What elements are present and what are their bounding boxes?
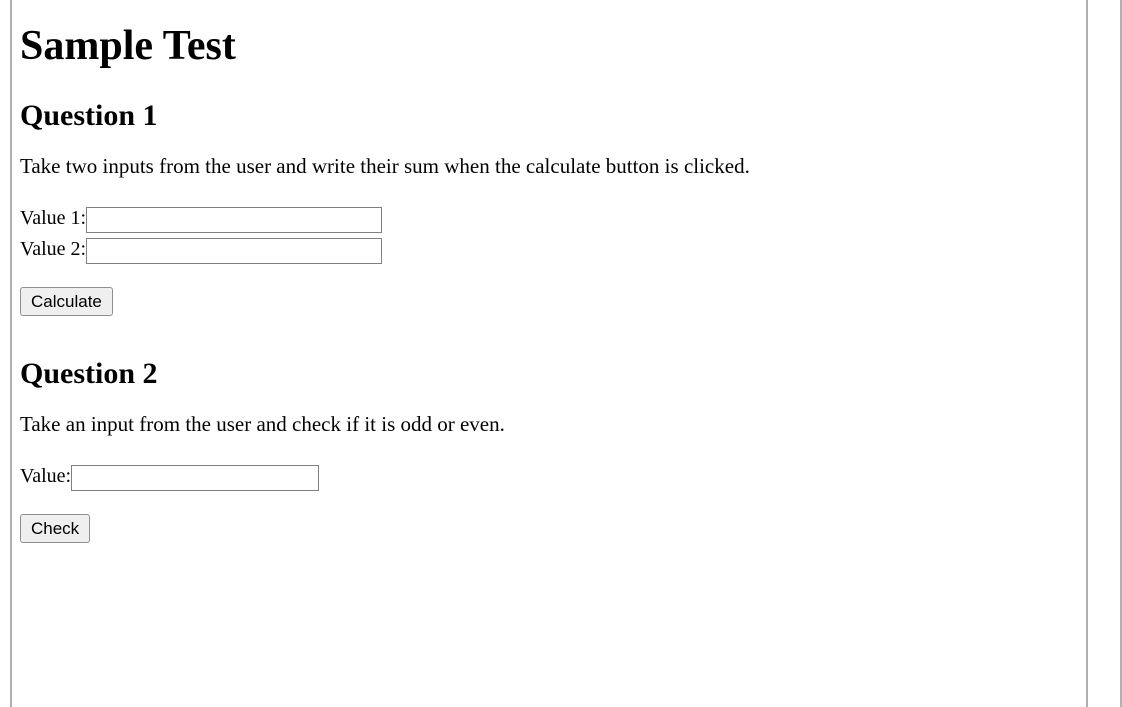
q1-value1-label: Value 1: [20,203,86,234]
q1-value2-input[interactable] [86,238,382,264]
page-title: Sample Test [20,22,1078,70]
viewport: Sample Test Question 1 Take two inputs f… [0,0,1122,707]
q1-value2-label: Value 2: [20,234,86,265]
content-frame: Sample Test Question 1 Take two inputs f… [10,0,1088,707]
question-1-heading: Question 1 [20,98,1078,134]
calculate-button[interactable]: Calculate [20,287,113,317]
q1-value1-input[interactable] [86,207,382,233]
question-2-heading: Question 2 [20,356,1078,392]
check-button[interactable]: Check [20,514,90,544]
question-1-prompt: Take two inputs from the user and write … [20,152,1078,180]
q1-value2-row: Value 2: [20,234,1078,265]
question-2-prompt: Take an input from the user and check if… [20,410,1078,438]
q2-value-input[interactable] [71,465,319,491]
q2-value-label: Value: [20,461,71,492]
q1-value1-row: Value 1: [20,203,1078,234]
q2-value-row: Value: [20,461,1078,492]
